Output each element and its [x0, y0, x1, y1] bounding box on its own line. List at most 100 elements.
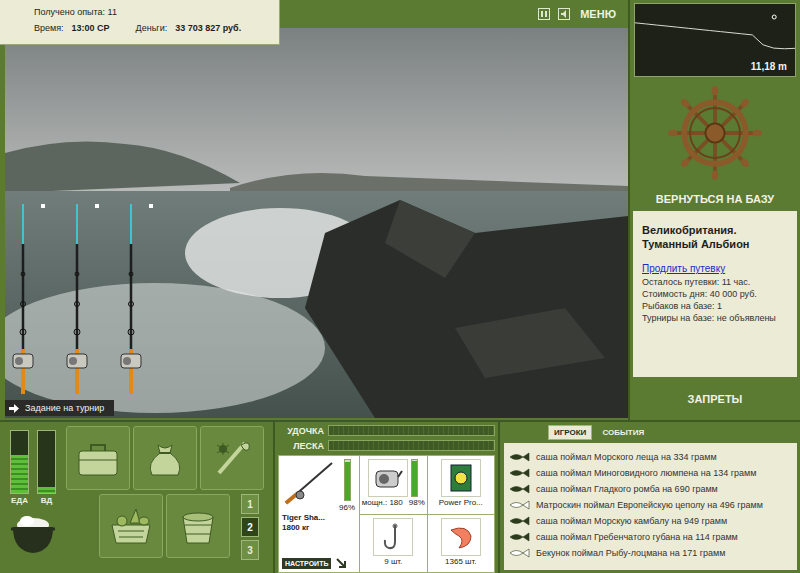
need-meter: ВД	[37, 430, 56, 505]
bucket-icon	[173, 501, 223, 551]
bans-button[interactable]: ЗАПРЕТЫ	[630, 377, 800, 420]
tension-row: ЛЕСКА	[278, 440, 495, 451]
location-line: Стоимость дня: 40 000 руб.	[642, 288, 789, 300]
line-slot[interactable]	[441, 459, 481, 497]
chat-section: ИГРОКИ СОБЫТИЯ саша поймал Морского леща н…	[500, 422, 800, 573]
needs-column: ЕДА ВД	[0, 422, 66, 573]
tournament-task-button[interactable]: Задание на турнир	[5, 400, 114, 416]
status-box: Получено опыта: 11Время:13:00 СРДеньги:3…	[0, 0, 280, 45]
rods-row	[9, 204, 157, 394]
chat-tab[interactable]: ИГРОКИ	[548, 425, 592, 440]
chat-message-text: саша поймал Морского леща на 334 грамм	[536, 452, 717, 462]
fish-icon	[508, 484, 530, 494]
return-to-base-button[interactable]: ВЕРНУТЬСЯ НА БАЗУ	[630, 189, 800, 211]
bait-count: 1365 шт.	[445, 557, 476, 566]
ship-wheel-icon	[667, 85, 763, 181]
arrow-icon	[9, 404, 19, 413]
need-meter: ЕДА	[10, 430, 29, 505]
reel-cell: мощн.: 180 98%	[360, 456, 427, 514]
shrimp-icon	[445, 522, 477, 552]
cooking-pot-icon[interactable]	[7, 511, 59, 557]
fish-icon	[508, 516, 530, 526]
chat-message-text: саша поймал Гребенчатого губана на 114 г…	[536, 532, 738, 542]
rod-slot-button[interactable]: 2	[241, 517, 259, 537]
top-area: Получено опыта: 11Время:13:00 СРДеньги:3…	[0, 0, 800, 420]
condition-fill	[345, 462, 350, 500]
fishing-rod-icon[interactable]	[63, 204, 103, 394]
side-panel: 11,18 mВЕРНУТЬСЯ НА БАЗУВеликобритания. …	[628, 0, 800, 420]
sound-icon[interactable]	[558, 8, 570, 20]
fish-icon	[508, 532, 530, 542]
depth-reading: 11,18 m	[751, 61, 787, 72]
time-value: 13:00 СР	[72, 23, 110, 33]
inventory-tiles: 1 2 3	[66, 422, 264, 573]
fish-icon	[508, 500, 530, 510]
need-meter-track	[37, 430, 56, 494]
inventory-tile[interactable]	[66, 426, 130, 490]
inventory-section: ЕДА ВД 1 2 3	[0, 422, 275, 573]
gear-section: УДОЧКАЛЕСКА96%Tiger Sha...1800 кгНАСТРОИ…	[275, 422, 500, 573]
location-title: Великобритания. Туманный Альбион	[642, 223, 789, 251]
experience-text: Получено опыта: 11	[34, 7, 117, 17]
tension-track	[328, 440, 495, 451]
chat-message-text: Бекунок поймал Рыбу-лоцмана на 171 грамм	[536, 548, 725, 558]
menu-button[interactable]: МЕНЮ	[578, 6, 618, 22]
expand-arrow-icon[interactable]	[335, 557, 347, 569]
depth-chart: 11,18 m	[634, 3, 796, 77]
setup-button[interactable]: НАСТРОИТЬ	[282, 558, 331, 569]
rod-slot-button[interactable]: 3	[241, 540, 259, 560]
extend-trip-link[interactable]: Продлить путевку	[642, 263, 789, 274]
rod-slot-button[interactable]: 1	[241, 494, 259, 514]
chat-message-text: саша поймал Миноговидного люмпена на 134…	[536, 468, 756, 478]
game-screen: Получено опыта: 11Время:13:00 СРДеньги:3…	[0, 0, 800, 573]
landscape-icon	[5, 28, 628, 418]
hook-count: 9 шт.	[384, 557, 402, 566]
chat-list: саша поймал Морского леща на 334 грамм са…	[504, 443, 797, 570]
condition-track	[344, 459, 351, 501]
reel-slot[interactable]	[368, 459, 408, 497]
need-meter-fill	[38, 487, 55, 493]
line-spool-icon	[445, 463, 477, 493]
inventory-tile[interactable]	[200, 426, 264, 490]
chat-message: саша поймал Морского леща на 334 грамм	[504, 449, 797, 465]
chat-tabs: ИГРОКИ СОБЫТИЯ	[548, 425, 800, 440]
inventory-tile[interactable]	[133, 426, 197, 490]
hook-cell: 9 шт.	[360, 515, 427, 573]
main-view: Получено опыта: 11Время:13:00 СРДеньги:3…	[0, 0, 628, 420]
chat-message: Матроскин поймал Европейскую цеполу на 4…	[504, 497, 797, 513]
rod-icon[interactable]	[282, 459, 336, 507]
reel-icon	[372, 463, 404, 493]
chat-message-text: саша поймал Морскую камбалу на 949 грамм	[536, 516, 727, 526]
rod-cell: 96%Tiger Sha...1800 кгНАСТРОИТЬ	[279, 456, 359, 572]
fishing-rod-icon[interactable]	[117, 204, 157, 394]
time-money-row: Время:13:00 СРДеньги:33 703 827 руб.	[34, 23, 279, 33]
chat-tab[interactable]: СОБЫТИЯ	[596, 425, 650, 440]
bait-slot[interactable]	[441, 518, 481, 556]
bait-kit-icon	[207, 433, 257, 483]
hook-slot[interactable]	[373, 518, 413, 556]
inventory-tile[interactable]	[166, 494, 230, 558]
tension-row: УДОЧКА	[278, 425, 495, 436]
tile-row: 1 2 3	[99, 494, 264, 560]
tension-track	[328, 425, 495, 436]
return-wheel[interactable]	[630, 77, 800, 189]
reel-condition: 98%	[409, 498, 425, 507]
location-line: Турниры на базе: не объявлены	[642, 312, 789, 324]
rod-slots: 1 2 3	[241, 494, 259, 560]
rod-name: Tiger Sha...	[282, 513, 356, 522]
location-info: Великобритания. Туманный Альбион Продлить…	[633, 211, 797, 377]
condition-fill	[412, 461, 417, 496]
fish-icon	[508, 452, 530, 462]
bait-cell: 1365 шт.	[428, 515, 495, 573]
tackle-box-icon	[73, 433, 123, 483]
inventory-tile[interactable]	[99, 494, 163, 558]
money-label: Деньги:	[136, 23, 168, 33]
reel-power: мощн.: 180	[362, 498, 403, 507]
tension-label: УДОЧКА	[278, 426, 324, 436]
scene-photo: Задание на турнир	[5, 28, 628, 418]
needs-meters: ЕДА ВД	[10, 430, 56, 505]
pause-icon[interactable]	[538, 8, 550, 20]
fishing-rod-icon[interactable]	[9, 204, 49, 394]
rod-power: 1800 кг	[282, 523, 356, 532]
sack-icon	[140, 433, 190, 483]
